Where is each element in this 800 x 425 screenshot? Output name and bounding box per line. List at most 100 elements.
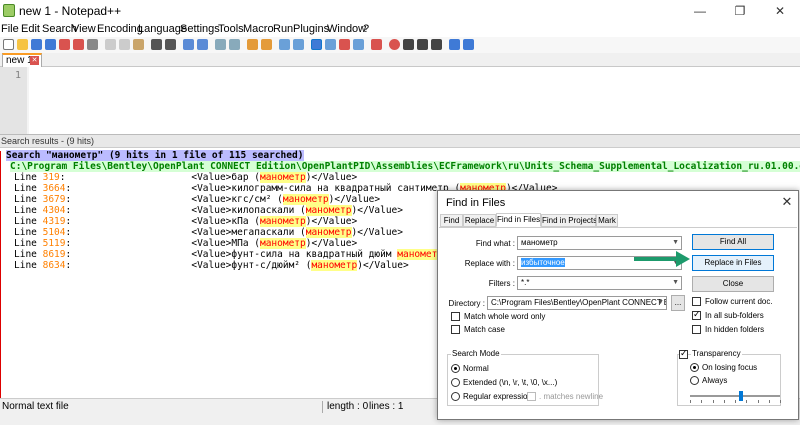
tab-new-1[interactable]: new 1 ✕ — [2, 53, 42, 67]
minimize-button[interactable]: — — [680, 0, 720, 22]
tab-find[interactable]: Find — [440, 214, 463, 227]
maximize-button[interactable]: ❐ — [720, 0, 760, 22]
find-what-combo[interactable]: манометр ▼ — [517, 236, 682, 250]
menu-file[interactable]: File — [1, 23, 19, 35]
result-hit-row[interactable]: Line 8619: <Value>фунт-сила на квадратны… — [14, 249, 449, 260]
replace-in-files-button[interactable]: Replace in Files — [692, 255, 774, 271]
in-hidden-folders-checkbox[interactable] — [692, 325, 701, 334]
sync-vertical-icon[interactable] — [247, 39, 258, 50]
doc-map-icon[interactable] — [339, 39, 350, 50]
directory-combo[interactable]: C:\Program Files\Bentley\OpenPlant CONNE… — [487, 296, 667, 310]
play-macro-icon[interactable] — [417, 39, 428, 50]
menu-settings[interactable]: Settings — [180, 23, 220, 35]
tab-find-in-projects[interactable]: Find in Projects — [541, 214, 597, 227]
in-all-sub-folders-checkbox[interactable] — [692, 309, 701, 320]
menu-run[interactable]: Run — [273, 23, 293, 35]
hit-match: манометр — [282, 194, 329, 205]
menu-macro[interactable]: Macro — [243, 23, 274, 35]
find-icon[interactable] — [183, 39, 194, 50]
dropdown-arrow-icon[interactable]: ▼ — [672, 237, 679, 249]
match-whole-word-checkbox[interactable] — [451, 312, 460, 321]
show-all-characters-icon[interactable] — [293, 39, 304, 50]
match-case-checkbox[interactable] — [451, 325, 460, 334]
dropdown-arrow-icon[interactable]: ▼ — [672, 277, 679, 289]
tab-find-in-files[interactable]: Find in Files — [496, 213, 541, 227]
menu-help[interactable]: ? — [363, 23, 369, 35]
browse-directory-button[interactable]: ... — [671, 295, 685, 311]
menu-window[interactable]: Window — [327, 23, 366, 35]
result-file-path[interactable]: C:\Program Files\Bentley\OpenPlant CONNE… — [10, 161, 800, 172]
result-hit-row[interactable]: Line 319: <Value>бар (манометр)</Value> — [14, 172, 357, 183]
hit-text-end: )</Value> — [328, 194, 381, 205]
close-window-button[interactable]: ✕ — [760, 0, 800, 22]
result-hit-row[interactable]: Line 4319: <Value>кПа (манометр)</Value> — [14, 216, 357, 227]
hit-text: <Value>мегапаскали ( — [191, 227, 306, 238]
matches-newline-checkbox[interactable] — [527, 392, 536, 401]
indent-guide-icon[interactable] — [311, 39, 322, 50]
dialog-close-button[interactable]: ✕ — [778, 193, 796, 211]
close-tab-icon[interactable]: ✕ — [30, 56, 39, 65]
stop-macro-icon[interactable] — [403, 39, 414, 50]
result-hit-row[interactable]: Line 5119: <Value>МПа (манометр)</Value> — [14, 238, 357, 249]
status-length: length : 0 — [327, 401, 369, 412]
tab-mark[interactable]: Mark — [596, 214, 618, 227]
result-hit-row[interactable]: Line 3679: <Value>кгс/см² (манометр)</Va… — [14, 194, 380, 205]
zoom-in-icon[interactable] — [215, 39, 226, 50]
menu-view[interactable]: View — [72, 23, 96, 35]
record-macro-icon[interactable] — [389, 39, 400, 50]
on-losing-focus-radio[interactable] — [690, 363, 699, 372]
tab-replace[interactable]: Replace — [463, 214, 496, 227]
paste-icon[interactable] — [133, 39, 144, 50]
save-icon[interactable] — [31, 39, 42, 50]
transparency-title: Transparency — [691, 349, 742, 358]
save-macro-icon[interactable] — [449, 39, 460, 50]
regex-mode-radio[interactable] — [451, 392, 460, 401]
run-macro-multiple-icon[interactable] — [431, 39, 442, 50]
find-all-button[interactable]: Find All — [692, 234, 774, 250]
transparency-slider-thumb[interactable] — [739, 391, 743, 401]
save-all-icon[interactable] — [45, 39, 56, 50]
undo-icon[interactable] — [151, 39, 162, 50]
result-hit-row[interactable]: Line 5104: <Value>мегапаскали (манометр)… — [14, 227, 403, 238]
status-divider — [322, 401, 323, 413]
extra-tool-icon[interactable] — [463, 39, 474, 50]
menu-encoding[interactable]: Encoding — [97, 23, 143, 35]
result-hit-row[interactable]: Line 8634: <Value>фунт-с/дюйм² (манометр… — [14, 260, 409, 271]
extended-mode-radio[interactable] — [451, 378, 460, 387]
hit-line-number: 3679 — [42, 194, 66, 205]
zoom-out-icon[interactable] — [229, 39, 240, 50]
hit-label: Line — [14, 249, 43, 260]
replace-with-combo[interactable]: избыточное ▼ — [517, 256, 682, 270]
close-dialog-button[interactable]: Close — [692, 276, 774, 292]
replace-icon[interactable] — [197, 39, 208, 50]
open-file-icon[interactable] — [17, 39, 28, 50]
transparency-checkbox[interactable] — [679, 348, 688, 359]
sync-horizontal-icon[interactable] — [261, 39, 272, 50]
language-icon[interactable] — [325, 39, 336, 50]
folder-workspace-icon[interactable] — [371, 39, 382, 50]
always-radio[interactable] — [690, 376, 699, 385]
print-icon[interactable] — [87, 39, 98, 50]
editor-area[interactable]: 1 — [0, 67, 800, 134]
word-wrap-icon[interactable] — [279, 39, 290, 50]
follow-current-doc-checkbox[interactable] — [692, 297, 701, 306]
cut-icon[interactable] — [105, 39, 116, 50]
new-file-icon[interactable] — [3, 39, 14, 50]
transparency-slider-track[interactable] — [690, 395, 780, 397]
normal-mode-radio[interactable] — [451, 364, 460, 373]
menu-edit[interactable]: Edit — [21, 23, 40, 35]
function-list-icon[interactable] — [353, 39, 364, 50]
copy-icon[interactable] — [119, 39, 130, 50]
close-all-icon[interactable] — [73, 39, 84, 50]
search-summary[interactable]: Search "манометр" (9 hits in 1 file of 1… — [6, 150, 305, 161]
hit-line-number: 4319 — [42, 216, 66, 227]
hit-label: Line — [14, 238, 43, 249]
menu-tools[interactable]: Tools — [218, 23, 244, 35]
menu-plugins[interactable]: Plugins — [293, 23, 329, 35]
dropdown-arrow-icon[interactable]: ▼ — [672, 257, 679, 269]
redo-icon[interactable] — [165, 39, 176, 50]
dropdown-arrow-icon[interactable]: ▼ — [657, 297, 664, 309]
result-hit-row[interactable]: Line 4304: <Value>килопаскали (манометр)… — [14, 205, 403, 216]
filters-combo[interactable]: *.* ▼ — [517, 276, 682, 290]
close-file-icon[interactable] — [59, 39, 70, 50]
